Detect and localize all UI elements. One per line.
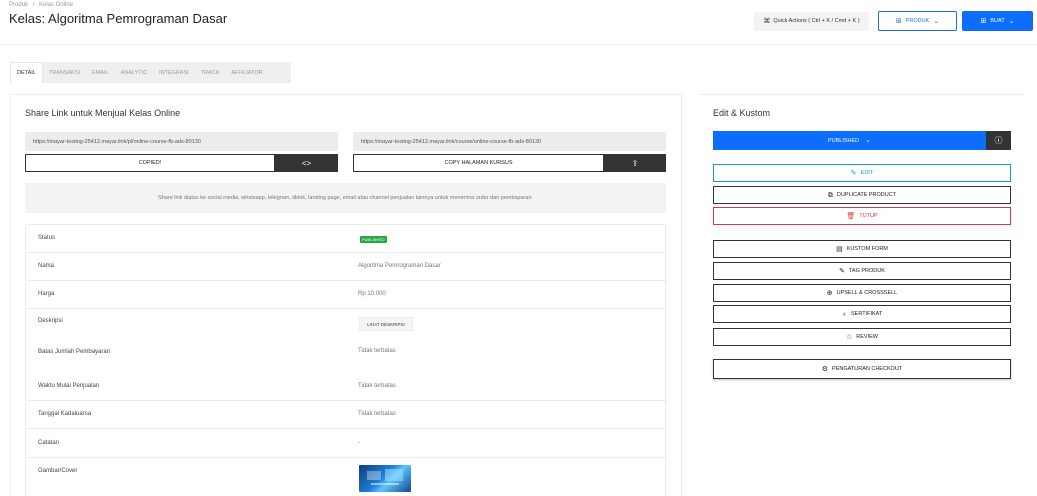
tutup-label: TUTUP bbox=[859, 213, 878, 219]
table-row: Tanggal Kadaluarsa Tidak terbatas bbox=[26, 401, 667, 429]
tag-icon: ✎ bbox=[839, 267, 845, 275]
share-button[interactable]: ⇪ bbox=[604, 154, 666, 172]
share-note: Share link diatas ke social media, whats… bbox=[25, 183, 666, 213]
edit-button[interactable]: ✎ EDIT bbox=[713, 164, 1011, 182]
share-section-title: Share Link untuk Menjual Kelas Online bbox=[25, 108, 181, 118]
product-detail-table: Status PUBLISHED Nama Algoritma Pemrogra… bbox=[25, 224, 667, 496]
deskripsi-label: Deskripsi bbox=[38, 318, 63, 324]
produk-dropdown-button[interactable]: ⊞ PRODUK ⌄ bbox=[878, 11, 957, 31]
tab-transaksi[interactable]: TRANSAKSI bbox=[43, 62, 86, 83]
harga-label: Harga bbox=[38, 291, 55, 297]
tab-affiliator[interactable]: AFFILIATOR bbox=[225, 62, 268, 83]
view-description-button[interactable]: LIHAT DESKRIPSI bbox=[359, 317, 413, 331]
code-icon: <> bbox=[301, 158, 312, 168]
nama-value: Algoritma Pemrograman Dasar bbox=[358, 263, 441, 269]
course-link-field[interactable]: https://mayar-testing-25412.mayar.link/c… bbox=[353, 132, 666, 151]
chevron-down-icon: ⌄ bbox=[933, 17, 940, 25]
header-divider bbox=[0, 44, 1037, 45]
tab-track[interactable]: TRACK bbox=[195, 62, 226, 83]
table-row: Status PUBLISHED bbox=[26, 225, 667, 253]
cover-image bbox=[359, 465, 411, 492]
table-row: Catatan - bbox=[26, 429, 667, 458]
share-link-field[interactable]: https://mayar-testing-25412.mayar.link/p… bbox=[25, 132, 338, 151]
upsell-crosssell-button[interactable]: ⊕ UPSELL & CROSSSELL bbox=[713, 284, 1011, 302]
tab-detail[interactable]: DETAIL bbox=[10, 62, 43, 83]
harga-value: Rp 10.000 bbox=[358, 291, 386, 297]
header-actions: ⌘ Quick Actions ( Ctrl + K / Cmd + K ) ⊞… bbox=[754, 11, 1033, 31]
edit-icon: ✎ bbox=[850, 169, 857, 177]
table-row: Nama Algoritma Pemrograman Dasar bbox=[26, 253, 667, 281]
breadcrumb-separator: / bbox=[32, 2, 35, 8]
duplicate-product-button[interactable]: ⧉ DUPLICATE PRODUCT bbox=[713, 186, 1011, 204]
chevron-down-icon: ⌄ bbox=[1008, 17, 1015, 25]
command-icon: ⌘ bbox=[763, 17, 771, 25]
star-icon: ☆ bbox=[846, 333, 853, 341]
quick-actions-button[interactable]: ⌘ Quick Actions ( Ctrl + K / Cmd + K ) bbox=[754, 11, 869, 31]
catatan-label: Catatan bbox=[38, 440, 60, 446]
batas-value: Tidak terbatas bbox=[358, 348, 396, 354]
copy-course-page-button[interactable]: COPY HALAMAN KURSUS bbox=[353, 154, 604, 172]
tanggal-value: Tidak terbatas bbox=[358, 411, 396, 417]
gear-icon: ⚙ bbox=[821, 365, 829, 373]
table-row: Harga Rp 10.000 bbox=[26, 281, 667, 309]
breadcrumb-item-produk[interactable]: Produk bbox=[9, 2, 28, 8]
tab-email[interactable]: EMAIL bbox=[86, 62, 115, 83]
copied-button[interactable]: COPIED! bbox=[25, 154, 275, 172]
waktu-value: Tidak terbatas bbox=[358, 383, 396, 389]
edit-section-title: Edit & Kustom bbox=[713, 108, 771, 118]
review-label: REVIEW bbox=[856, 334, 878, 340]
tag-produk-label: TAG PRODUK bbox=[848, 268, 885, 274]
kustom-form-label: KUSTOM FORM bbox=[846, 246, 888, 252]
batas-label: Batas Jumlah Pembayaran bbox=[38, 349, 111, 355]
breadcrumb-item-kelas-online: Kelas Online bbox=[39, 2, 74, 8]
waktu-label: Waktu Mulai Penjualan bbox=[38, 383, 100, 389]
tab-analytic[interactable]: ANALYTIC bbox=[115, 62, 154, 83]
upsell-label: UPSELL & CROSSSELL bbox=[836, 290, 898, 296]
status-label: Status bbox=[38, 235, 56, 241]
embed-code-button[interactable]: <> bbox=[275, 154, 338, 172]
produk-label: PRODUK bbox=[905, 18, 930, 24]
box-icon: ⊞ bbox=[895, 17, 902, 25]
tanggal-label: Tanggal Kadaluarsa bbox=[38, 411, 92, 417]
page-title: Kelas: Algoritma Pemrograman Dasar bbox=[9, 11, 228, 26]
copy-icon: ⧉ bbox=[827, 191, 833, 199]
buat-label: BUAT bbox=[990, 18, 1005, 24]
nama-label: Nama bbox=[38, 263, 55, 269]
table-row: Deskripsi LIHAT DESKRIPSI Batas Jumlah P… bbox=[26, 309, 667, 369]
duplicate-label: DUPLICATE PRODUCT bbox=[836, 192, 897, 198]
plus-box-icon: ⊞ bbox=[980, 17, 987, 25]
publish-status-control: PUBLISHED ⌄ ⓘ bbox=[713, 131, 1011, 150]
kustom-form-button[interactable]: ▤ KUSTOM FORM bbox=[713, 240, 1011, 258]
breadcrumb: Produk / Kelas Online bbox=[9, 2, 76, 8]
plus-circle-icon: ⊕ bbox=[826, 289, 833, 297]
quick-actions-label: Quick Actions ( Ctrl + K / Cmd + K ) bbox=[773, 18, 860, 24]
published-label: PUBLISHED bbox=[827, 137, 860, 144]
gambar-label: Gambar/Cover bbox=[38, 468, 78, 474]
tag-produk-button[interactable]: ✎ TAG PRODUK bbox=[713, 262, 1011, 280]
sertifikat-label: SERTIFIKAT bbox=[850, 311, 883, 317]
info-icon: ⓘ bbox=[994, 136, 1003, 145]
certificate-icon: ♁ bbox=[841, 310, 847, 318]
table-row: Waktu Mulai Penjualan Tidak terbatas bbox=[26, 371, 667, 401]
checkout-settings-button[interactable]: ⚙ PENGATURAN CHECKOUT bbox=[713, 359, 1011, 379]
status-badge: PUBLISHED bbox=[360, 236, 387, 243]
tutup-button[interactable]: 🗑 TUTUP bbox=[713, 207, 1011, 225]
share-icon: ⇪ bbox=[631, 158, 639, 168]
tab-bar: DETAIL TRANSAKSI EMAIL ANALYTIC INTEGRAS… bbox=[10, 62, 291, 83]
trash-icon: 🗑 bbox=[846, 212, 856, 220]
tab-integrasi[interactable]: INTEGRASI bbox=[153, 62, 195, 83]
chevron-down-icon: ⌄ bbox=[865, 137, 872, 144]
catatan-value: - bbox=[358, 440, 360, 446]
sertifikat-button[interactable]: ♁ SERTIFIKAT bbox=[713, 305, 1011, 323]
publish-info-button[interactable]: ⓘ bbox=[986, 131, 1011, 150]
review-button[interactable]: ☆ REVIEW bbox=[713, 328, 1011, 346]
form-icon: ▤ bbox=[836, 245, 843, 253]
published-dropdown-button[interactable]: PUBLISHED ⌄ bbox=[713, 131, 986, 150]
checkout-label: PENGATURAN CHECKOUT bbox=[832, 366, 903, 372]
table-row: Gambar/Cover bbox=[26, 458, 667, 496]
edit-label: EDIT bbox=[860, 170, 874, 176]
buat-dropdown-button[interactable]: ⊞ BUAT ⌄ bbox=[962, 11, 1033, 31]
